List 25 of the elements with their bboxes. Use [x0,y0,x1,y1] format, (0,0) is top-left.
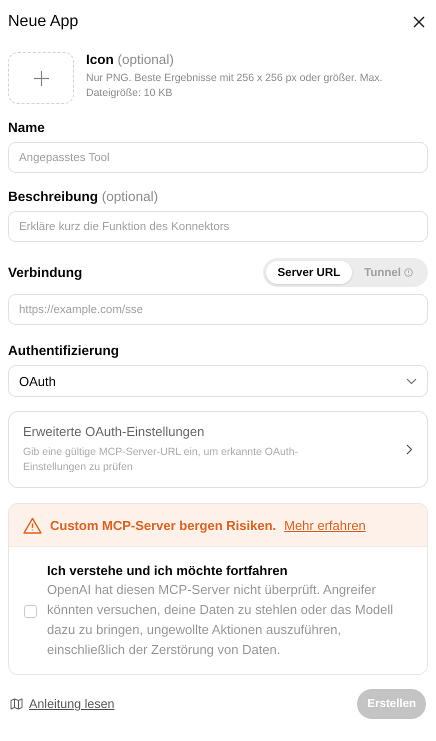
icon-upload-button[interactable] [8,52,74,104]
learn-more-link[interactable]: Mehr erfahren [284,518,366,532]
icon-label: Icon (optional) [86,52,175,67]
warning-icon [23,516,42,534]
input-field[interactable]: Erkläre kurz die Funktion des Konnektors [8,211,428,242]
input-field[interactable]: Angepasstes Tool [8,142,428,173]
field-label: Authentifizierung [8,343,120,358]
guide-link[interactable]: Anleitung lesen [10,697,114,711]
field-label: Name [8,120,46,135]
dialog-title: Neue App [8,13,78,31]
warning-text: Custom MCP-Server bergen Risiken. [50,518,276,532]
chevron-down-icon [406,378,417,384]
field-label: Verbindung [8,265,82,280]
plus-icon [32,70,50,86]
field-label: Beschreibung (optional) [8,189,160,204]
authentication-select[interactable]: OAuth [8,365,428,397]
consent-checkbox[interactable] [24,605,37,618]
icon-hint: Nur PNG. Beste Ergebnisse mit 256 x 256 px oder größer. Max. Dateigröße: 10 KB [86,71,384,101]
info-icon [404,268,413,277]
connection-tab[interactable]: Server URL [266,261,352,284]
chevron-right-icon [406,444,413,455]
map-icon [10,698,23,710]
url-input-field[interactable]: https://example.com/sse [8,294,428,325]
consent-title: Ich verstehe und ich möchte fortfahren [47,563,289,578]
consent-description: OpenAI hat diesen MCP-Server nicht überprüft. Angreifer könnten versuchen, deine Daten zu stehlen oder das Modell dazu zu bringen, ungewollte Aktionen auszuführen, einschließlich der Zerstörung von Daten. [47,581,394,659]
